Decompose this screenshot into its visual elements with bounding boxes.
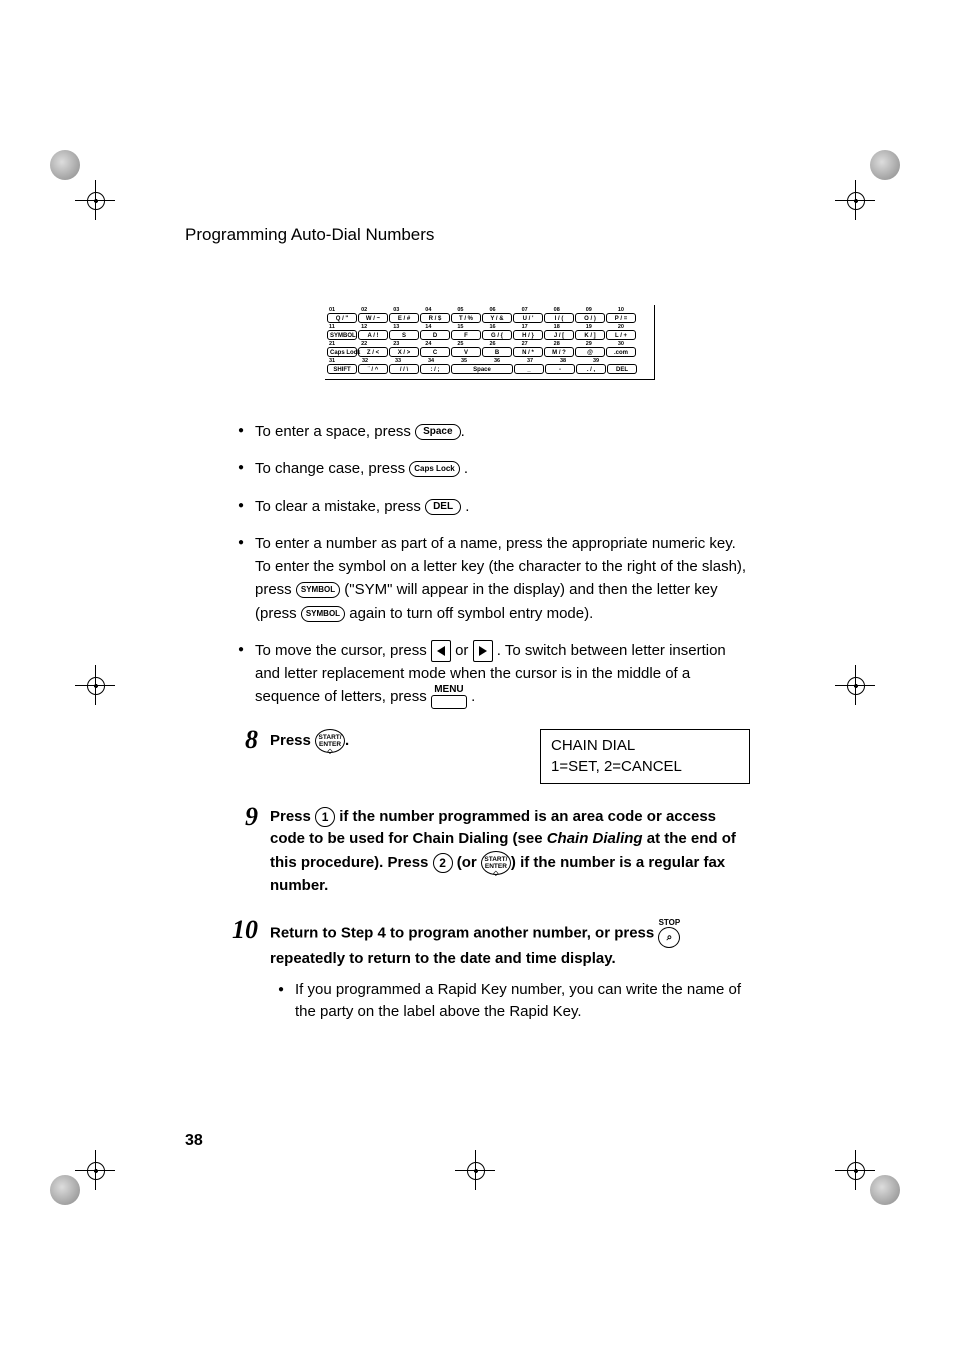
text: again to turn off symbol entry mode). (349, 605, 593, 622)
stop-label: STOP (658, 919, 680, 927)
letter-keys-diagram: 01020304050607080910 Q / "W / ~E / #R / … (325, 305, 655, 380)
instruction-case: To change case, press Caps Lock . (230, 457, 750, 480)
text: . (460, 460, 468, 477)
key-1-icon: 1 (315, 807, 335, 827)
text: To clear a mistake, press (255, 498, 425, 515)
text: . (471, 688, 475, 705)
lcd-display: CHAIN DIAL 1=SET, 2=CANCEL (540, 729, 750, 784)
menu-key-icon: MENU (431, 685, 467, 709)
text: repeatedly to return to the date and tim… (270, 950, 616, 967)
page-header: Programming Auto-Dial Numbers (185, 225, 434, 245)
step-9: 9 Press 1 if the number programmed is an… (230, 806, 750, 898)
display-line-2: 1=SET, 2=CANCEL (551, 757, 739, 777)
registration-mark (835, 1150, 875, 1190)
step-body: Return to Step 4 to program another numb… (270, 919, 750, 1024)
note-text: If you programmed a Rapid Key number, yo… (270, 979, 750, 1024)
symbol-key-icon: SYMBOL (301, 606, 345, 622)
step-body: Press START/ENTER◇. CHAIN DIAL 1=SET, 2=… (270, 729, 750, 784)
right-arrow-key-icon (473, 640, 493, 662)
start-enter-key-icon: START/ENTER◇ (315, 729, 345, 753)
text: Return to Step 4 to program another numb… (270, 925, 658, 942)
text: or (455, 642, 473, 659)
text: . (345, 732, 349, 749)
left-arrow-key-icon (431, 640, 451, 662)
registration-mark (835, 180, 875, 220)
instruction-clear: To clear a mistake, press DEL . (230, 495, 750, 518)
step-10-note: If you programmed a Rapid Key number, yo… (270, 979, 750, 1024)
content-area: 01020304050607080910 Q / "W / ~E / #R / … (230, 305, 750, 1046)
key-2-icon: 2 (433, 853, 453, 873)
step-10: 10 Return to Step 4 to program another n… (230, 919, 750, 1024)
registration-dot (50, 150, 80, 180)
menu-label: MENU (431, 685, 467, 695)
stop-key-icon: STOP ⌕ (658, 919, 680, 948)
space-key-icon: Space (415, 424, 460, 440)
entry-instructions: To enter a space, press Space. To change… (230, 420, 750, 709)
registration-mark (835, 665, 875, 705)
capslock-key-icon: Caps Lock (409, 461, 459, 477)
page-number: 38 (185, 1132, 203, 1150)
instruction-number-symbol: To enter a number as part of a name, pre… (230, 532, 750, 625)
text: Press (270, 808, 315, 825)
text: To enter a space, press (255, 423, 415, 440)
text: Press (270, 732, 315, 749)
chain-dialing-ref: Chain Dialing (547, 830, 643, 847)
manual-page: Programming Auto-Dial Numbers 0102030405… (0, 0, 954, 1351)
del-key-icon: DEL (425, 499, 461, 515)
step-number: 8 (230, 729, 258, 751)
instruction-space: To enter a space, press Space. (230, 420, 750, 443)
step-body: Press 1 if the number programmed is an a… (270, 806, 750, 898)
display-line-1: CHAIN DIAL (551, 736, 739, 756)
text: To change case, press (255, 460, 409, 477)
step-number: 9 (230, 806, 258, 828)
instruction-cursor: To move the cursor, press or . To switch… (230, 639, 750, 710)
step-8: 8 Press START/ENTER◇. CHAIN DIAL 1=SET, … (230, 729, 750, 784)
registration-mark (75, 665, 115, 705)
text: To move the cursor, press (255, 642, 431, 659)
registration-mark (455, 1150, 495, 1190)
registration-mark (75, 1150, 115, 1190)
registration-dot (870, 150, 900, 180)
text: . (461, 423, 465, 440)
registration-dot (870, 1175, 900, 1205)
text: . (461, 498, 469, 515)
registration-mark (75, 180, 115, 220)
step-number: 10 (230, 919, 258, 941)
symbol-key-icon: SYMBOL (296, 582, 340, 598)
text: (or (457, 854, 481, 871)
start-enter-key-icon: START/ENTER◇ (481, 851, 511, 875)
